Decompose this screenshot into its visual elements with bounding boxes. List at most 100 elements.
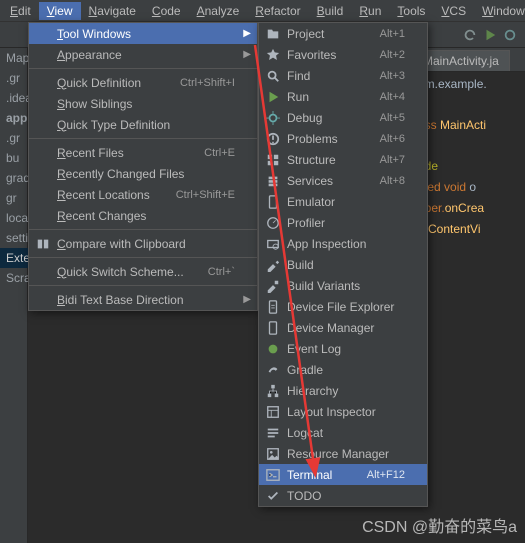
code-editor[interactable]: om.example. ass MainActi ride cted void … xyxy=(418,74,525,240)
tab-label: MainActivity.ja xyxy=(423,54,499,68)
shortcut-label: Alt+8 xyxy=(380,175,405,187)
tool-window-find[interactable]: FindAlt+3 xyxy=(259,65,427,86)
menu-item-quick-definition[interactable]: Quick Definition Ctrl+Shift+I xyxy=(29,72,257,93)
build-icon xyxy=(265,257,281,273)
shortcut-label: Alt+F12 xyxy=(367,469,405,481)
submenu-arrow-icon: ▶ xyxy=(243,49,251,60)
tool-window-app-inspection[interactable]: App Inspection xyxy=(259,233,427,254)
shortcut-label: Ctrl+Shift+I xyxy=(180,77,235,89)
tool-windows-submenu: ProjectAlt+1FavoritesAlt+2FindAlt+3RunAl… xyxy=(258,22,428,507)
menu-item-label: Gradle xyxy=(287,363,405,377)
menu-refactor[interactable]: Refactor xyxy=(247,2,308,20)
tool-window-emulator[interactable]: Emulator xyxy=(259,191,427,212)
eventlog-icon xyxy=(265,341,281,357)
menu-run[interactable]: Run xyxy=(351,2,389,20)
menu-edit[interactable]: Edit xyxy=(2,2,39,20)
tool-window-todo[interactable]: TODO xyxy=(259,485,427,506)
menu-item-quick-switch-scheme-[interactable]: Quick Switch Scheme...Ctrl+` xyxy=(29,261,257,282)
menu-item-recent-locations[interactable]: Recent Locations Ctrl+Shift+E xyxy=(29,184,257,205)
tool-window-hierarchy[interactable]: Hierarchy xyxy=(259,380,427,401)
tool-window-layout-inspector[interactable]: Layout Inspector xyxy=(259,401,427,422)
shortcut-label: Alt+4 xyxy=(380,91,405,103)
tool-window-structure[interactable]: StructureAlt+7 xyxy=(259,149,427,170)
menu-navigate[interactable]: Navigate xyxy=(81,2,144,20)
emulator-icon xyxy=(265,194,281,210)
menu-item-label: Project xyxy=(287,27,356,41)
menu-item-label: Recently Changed Files xyxy=(57,167,235,181)
tool-window-problems[interactable]: ProblemsAlt+6 xyxy=(259,128,427,149)
debug-icon[interactable] xyxy=(503,28,517,42)
devfile-icon xyxy=(265,299,281,315)
tool-window-device-file-explorer[interactable]: Device File Explorer xyxy=(259,296,427,317)
menu-item-label: Recent Locations xyxy=(57,188,152,202)
shortcut-label: Ctrl+Shift+E xyxy=(176,189,235,201)
menu-item-label: App Inspection xyxy=(287,237,405,251)
tool-window-build[interactable]: Build xyxy=(259,254,427,275)
tool-window-logcat[interactable]: Logcat xyxy=(259,422,427,443)
menu-item-label: Layout Inspector xyxy=(287,405,405,419)
todo-icon xyxy=(265,488,281,504)
view-menu-dropdown: Tool Windows▶Appearance▶Quick Definition… xyxy=(28,22,258,311)
menu-item-label: TODO xyxy=(287,489,405,503)
shortcut-label: Alt+5 xyxy=(380,112,405,124)
tool-window-services[interactable]: ServicesAlt+8 xyxy=(259,170,427,191)
menu-item-label: Problems xyxy=(287,132,356,146)
menu-item-show-siblings[interactable]: Show Siblings xyxy=(29,93,257,114)
menu-item-label: Recent Changes xyxy=(57,209,235,223)
shortcut-label: Alt+7 xyxy=(380,154,405,166)
tool-window-gradle[interactable]: Gradle xyxy=(259,359,427,380)
menu-item-bidi-text-base-direction[interactable]: Bidi Text Base Direction▶ xyxy=(29,289,257,310)
devmgr-icon xyxy=(265,320,281,336)
menu-window[interactable]: Window xyxy=(474,2,525,20)
resmgr-icon xyxy=(265,446,281,462)
tool-window-terminal[interactable]: TerminalAlt+F12 xyxy=(259,464,427,485)
menu-tools[interactable]: Tools xyxy=(389,2,433,20)
tool-window-favorites[interactable]: FavoritesAlt+2 xyxy=(259,44,427,65)
menu-item-recent-files[interactable]: Recent FilesCtrl+E xyxy=(29,142,257,163)
menu-item-label: Event Log xyxy=(287,342,405,356)
tree-label: bu xyxy=(6,151,19,165)
menu-code[interactable]: Code xyxy=(144,2,189,20)
sync-icon[interactable] xyxy=(463,28,477,42)
menu-item-label: Tool Windows xyxy=(57,27,235,41)
shortcut-label: Ctrl+` xyxy=(208,266,235,278)
tool-window-build-variants[interactable]: Build Variants xyxy=(259,275,427,296)
tool-window-project[interactable]: ProjectAlt+1 xyxy=(259,23,427,44)
menu-analyze[interactable]: Analyze xyxy=(189,2,248,20)
tree-label: gr xyxy=(6,191,17,205)
appinsp-icon xyxy=(265,236,281,252)
menu-view[interactable]: View xyxy=(39,2,81,20)
menu-item-label: Bidi Text Base Direction xyxy=(57,293,235,307)
menu-vcs[interactable]: VCS xyxy=(433,2,474,20)
tree-label: .gr xyxy=(6,71,20,85)
menu-item-label: Device Manager xyxy=(287,321,405,335)
menu-item-label: Profiler xyxy=(287,216,405,230)
tool-window-run[interactable]: RunAlt+4 xyxy=(259,86,427,107)
menu-item-appearance[interactable]: Appearance▶ xyxy=(29,44,257,65)
menu-bar: EditViewNavigateCodeAnalyzeRefactorBuild… xyxy=(0,0,525,22)
menu-item-label: Hierarchy xyxy=(287,384,405,398)
menu-item-label: Quick Definition xyxy=(57,76,156,90)
menu-item-recently-changed-files[interactable]: Recently Changed Files xyxy=(29,163,257,184)
tool-window-debug[interactable]: Debug Alt+5 xyxy=(259,107,427,128)
run-icon[interactable] xyxy=(483,28,497,42)
submenu-arrow-icon: ▶ xyxy=(243,28,251,39)
tool-window-profiler[interactable]: Profiler xyxy=(259,212,427,233)
tool-window-resource-manager[interactable]: Resource Manager xyxy=(259,443,427,464)
shortcut-label: Alt+3 xyxy=(380,70,405,82)
tool-window-device-manager[interactable]: Device Manager xyxy=(259,317,427,338)
menu-item-label: Emulator xyxy=(287,195,405,209)
menu-item-recent-changes[interactable]: Recent Changes xyxy=(29,205,257,226)
menu-item-quick-type-definition[interactable]: Quick Type Definition xyxy=(29,114,257,135)
menu-build[interactable]: Build xyxy=(309,2,352,20)
run-icon xyxy=(265,89,281,105)
menu-item-tool-windows[interactable]: Tool Windows ▶ xyxy=(29,23,257,44)
menu-item-compare-with-clipboard[interactable]: Compare with Clipboard xyxy=(29,233,257,254)
menu-item-label: Show Siblings xyxy=(57,97,235,111)
menu-item-label: Debug xyxy=(287,111,356,125)
profiler-icon xyxy=(265,215,281,231)
logcat-icon xyxy=(265,425,281,441)
find-icon xyxy=(265,68,281,84)
tool-window-event-log[interactable]: Event Log xyxy=(259,338,427,359)
services-icon xyxy=(265,173,281,189)
